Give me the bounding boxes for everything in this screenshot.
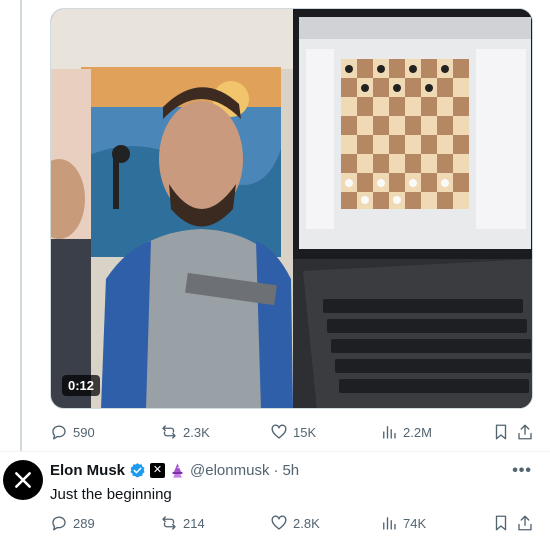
like-button[interactable]: 15K [270,423,316,441]
avatar[interactable] [3,460,43,500]
bookmark-button[interactable] [492,514,510,532]
views-icon [383,426,396,439]
like-count: 15K [293,424,317,440]
x-affiliation-badge-icon: ✕ [150,463,166,478]
bookmark-icon [495,515,507,531]
reply-count: 289 [73,515,95,531]
post-text: Just the beginning [50,486,172,503]
repost-icon [162,516,176,530]
reply-count: 590 [73,424,95,440]
video-player[interactable]: 0:12 [50,8,533,409]
author-handle[interactable]: @elonmusk [190,462,269,479]
author-name[interactable]: Elon Musk [50,462,125,479]
like-icon [271,424,287,439]
like-button[interactable]: 2.8K [270,514,320,532]
reply-icon [52,425,66,440]
views-count: 2.2M [403,424,432,440]
repost-count: 2.3K [183,424,210,440]
bookmark-icon [495,424,507,440]
share-icon [518,424,532,440]
verified-icon [130,463,145,478]
wizard-emoji-icon [172,463,183,478]
views-icon [383,517,396,530]
like-icon [271,515,287,530]
more-options-button[interactable]: ••• [512,462,532,480]
post-timestamp[interactable]: 5h [282,462,299,479]
thread-connector-line [20,0,22,452]
video-frame-image [51,9,532,408]
views-count: 74K [403,515,427,531]
post-header: Elon Musk ✕ @elonmusk · 5h [50,462,299,479]
x-logo-icon [15,472,31,488]
reply-button[interactable]: 590 [50,423,95,441]
repost-icon [162,425,176,439]
views-button[interactable]: 2.2M [380,423,432,441]
repost-button[interactable]: 2.3K [160,423,210,441]
separator-dot: · [273,462,279,479]
post-actions-bar: 289 214 2.8K 74K [50,512,533,536]
share-button[interactable] [516,423,534,441]
post-divider [0,451,550,452]
repost-count: 214 [183,515,205,531]
reply-icon [52,516,66,531]
video-duration-badge: 0:12 [62,375,101,396]
bookmark-button[interactable] [492,423,510,441]
share-button[interactable] [516,514,534,532]
post-actions-bar: 590 2.3K 15K 2.2M [50,421,533,445]
views-button[interactable]: 74K [380,514,426,532]
repost-button[interactable]: 214 [160,514,205,532]
like-count: 2.8K [293,515,320,531]
reply-button[interactable]: 289 [50,514,95,532]
share-icon [518,515,532,531]
